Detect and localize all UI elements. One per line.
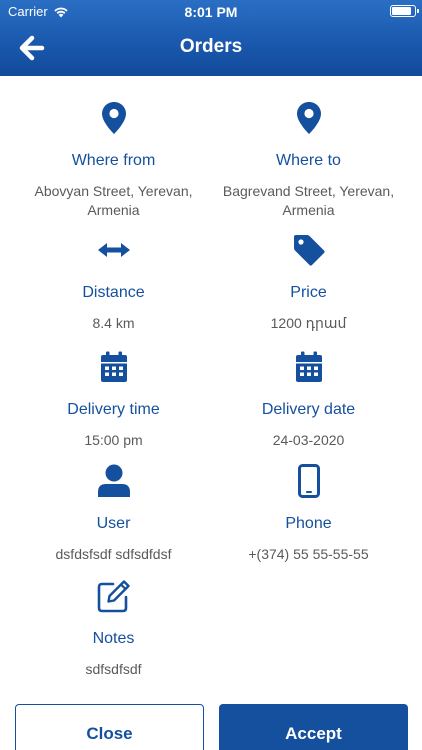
price-tag-icon	[293, 235, 325, 266]
nav-header: Carrier 8:01 PM Orders	[0, 0, 422, 76]
where-to-value: Bagrevand Street, Yerevan, Armenia	[222, 183, 395, 218]
delivery-time-section: Delivery time 15:00 pm	[8, 347, 219, 450]
user-icon	[97, 464, 130, 497]
delivery-date-value: 24-03-2020	[272, 432, 345, 448]
battery-icon	[390, 5, 419, 17]
horizontal-arrows-icon	[97, 243, 130, 257]
close-button[interactable]: Close	[15, 704, 204, 750]
delivery-date-section: Delivery date 24-03-2020	[203, 347, 414, 450]
calendar-icon	[295, 351, 322, 382]
where-from-label: Where from	[71, 152, 156, 169]
mobile-phone-icon	[297, 464, 320, 498]
price-section: Price 1200 դրամ	[203, 230, 414, 333]
notes-label: Notes	[92, 630, 135, 647]
where-to-section: Where to Bagrevand Street, Yerevan, Arme…	[203, 98, 414, 220]
user-section: User dsfdsfsdf sdfsdfdsf	[8, 461, 219, 564]
status-time: 8:01 PM	[184, 4, 238, 20]
battery-fill	[392, 7, 411, 15]
where-to-label: Where to	[276, 152, 341, 169]
accept-button-label: Accept	[285, 724, 342, 743]
where-from-section: Where from Abovyan Street, Yerevan, Arme…	[8, 98, 219, 220]
location-pin-icon	[101, 102, 126, 134]
close-button-label: Close	[86, 724, 133, 743]
phone-label: Phone	[285, 515, 332, 532]
page-title: Orders	[179, 36, 243, 57]
distance-section: Distance 8.4 km	[8, 230, 219, 333]
distance-label: Distance	[82, 284, 145, 301]
edit-icon	[97, 580, 130, 613]
delivery-time-label: Delivery time	[67, 401, 160, 418]
notes-value: sdfsdfsdf	[85, 661, 142, 677]
user-value: dsfdsfsdf sdfsdfdsf	[55, 546, 172, 562]
location-pin-icon	[296, 102, 321, 134]
status-bar: Carrier 8:01 PM	[0, 0, 422, 22]
price-label: Price	[290, 284, 327, 301]
notes-section: Notes sdfsdfsdf	[8, 576, 219, 679]
calendar-icon	[100, 351, 127, 382]
distance-value: 8.4 km	[92, 315, 135, 331]
where-from-value: Abovyan Street, Yerevan, Armenia	[34, 183, 193, 218]
user-label: User	[96, 515, 131, 532]
accept-button[interactable]: Accept	[219, 704, 408, 750]
delivery-date-label: Delivery date	[261, 401, 356, 418]
phone-section: Phone +(374) 55 55-55-55	[203, 461, 414, 564]
delivery-time-value: 15:00 pm	[84, 432, 143, 448]
price-value: 1200 դրամ	[270, 315, 347, 331]
phone-value: +(374) 55 55-55-55	[248, 546, 369, 562]
